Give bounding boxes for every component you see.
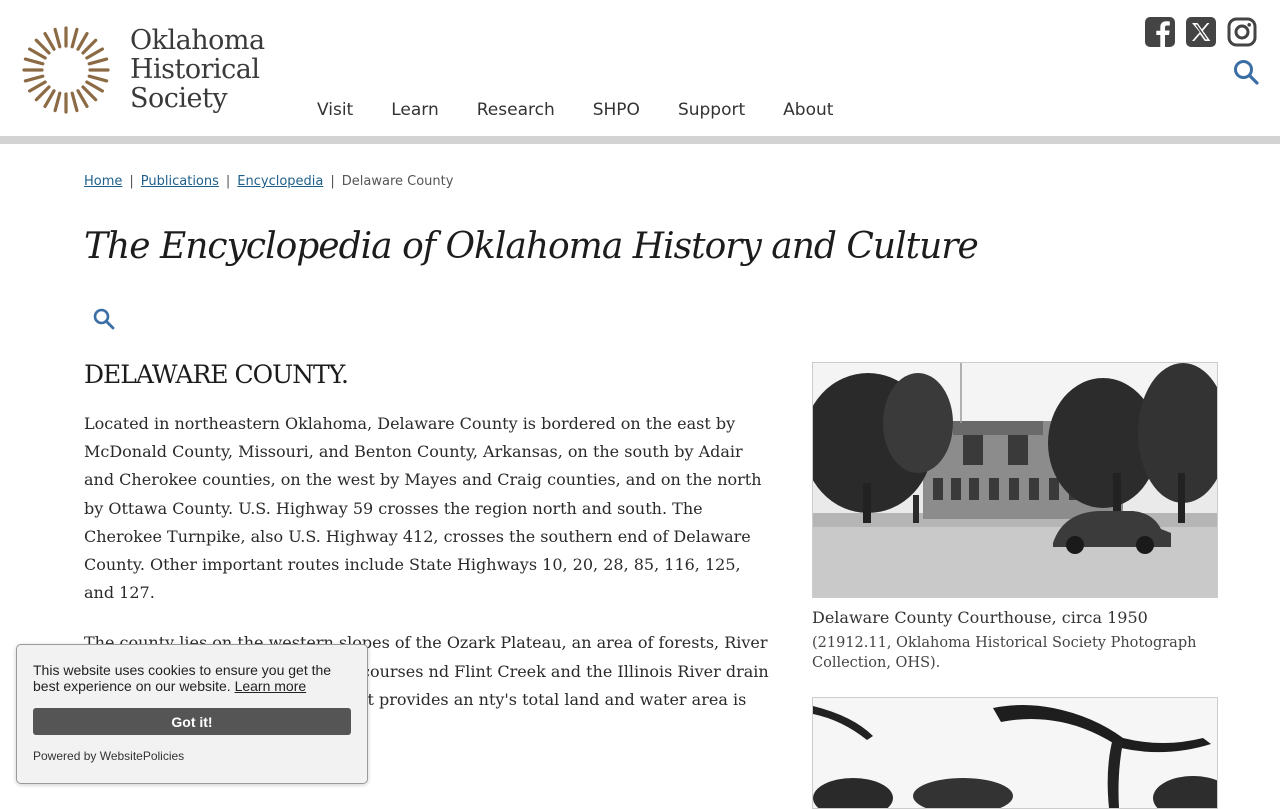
sunburst-logo-icon bbox=[22, 26, 110, 114]
nav-item-shpo[interactable]: SHPO bbox=[593, 100, 640, 128]
cookie-banner: This website uses cookies to ensure you … bbox=[16, 644, 368, 784]
article-title: DELAWARE COUNTY. bbox=[84, 360, 349, 389]
logo-line: Oklahoma bbox=[130, 25, 265, 56]
encyclopedia-search-icon[interactable] bbox=[92, 307, 116, 331]
breadcrumb-home-link[interactable]: Home bbox=[84, 174, 122, 189]
page-title: The Encyclopedia of Oklahoma History and… bbox=[84, 226, 979, 267]
powered-by-text[interactable]: Powered by WebsitePolicies bbox=[33, 749, 184, 763]
breadcrumb-encyclopedia-link[interactable]: Encyclopedia bbox=[237, 174, 323, 189]
breadcrumb-publications-link[interactable]: Publications bbox=[141, 174, 219, 189]
site-header: Oklahoma Historical Society Visit Learn … bbox=[0, 0, 1280, 136]
courthouse-image bbox=[813, 363, 1217, 597]
x-icon[interactable] bbox=[1185, 16, 1217, 48]
courthouse-photo[interactable] bbox=[812, 362, 1218, 598]
instagram-icon[interactable] bbox=[1226, 16, 1258, 48]
header-divider bbox=[0, 136, 1280, 144]
nav-item-visit[interactable]: Visit bbox=[317, 100, 353, 128]
tree-image bbox=[813, 698, 1217, 808]
tree-photo[interactable] bbox=[812, 697, 1218, 809]
social-links bbox=[1144, 16, 1258, 48]
second-figure bbox=[812, 697, 1218, 809]
breadcrumb: Home | Publications | Encyclopedia | Delaware … bbox=[84, 174, 453, 189]
nav-item-about[interactable]: About bbox=[783, 100, 833, 128]
search-icon[interactable] bbox=[1232, 58, 1260, 86]
logo-line: Society bbox=[130, 83, 228, 114]
cookie-message: This website uses cookies to ensure you … bbox=[33, 662, 353, 694]
courthouse-figure: Delaware County Courthouse, circa 1950 (… bbox=[812, 362, 1218, 673]
nav-item-support[interactable]: Support bbox=[678, 100, 745, 128]
figure-caption: Delaware County Courthouse, circa 1950 bbox=[812, 608, 1148, 627]
figure-credit: (21912.11, Oklahoma Historical Society P… bbox=[812, 635, 1197, 671]
facebook-icon[interactable] bbox=[1144, 16, 1176, 48]
article-paragraph: Located in northeastern Oklahoma, Delawa… bbox=[84, 414, 762, 603]
cookie-accept-button[interactable]: Got it! bbox=[33, 708, 351, 735]
site-logo[interactable]: Oklahoma Historical Society bbox=[20, 24, 270, 119]
logo-line: Historical bbox=[130, 54, 260, 85]
breadcrumb-separator: | bbox=[129, 174, 134, 189]
nav-item-research[interactable]: Research bbox=[477, 100, 555, 128]
breadcrumb-separator: | bbox=[330, 174, 335, 189]
main-nav: Visit Learn Research SHPO Support About bbox=[298, 100, 852, 128]
learn-more-link[interactable]: Learn more bbox=[235, 678, 307, 694]
breadcrumb-current: Delaware County bbox=[341, 174, 454, 189]
nav-item-learn[interactable]: Learn bbox=[391, 100, 439, 128]
logo-wordmark: Oklahoma Historical Society bbox=[130, 26, 265, 113]
breadcrumb-separator: | bbox=[225, 174, 231, 189]
